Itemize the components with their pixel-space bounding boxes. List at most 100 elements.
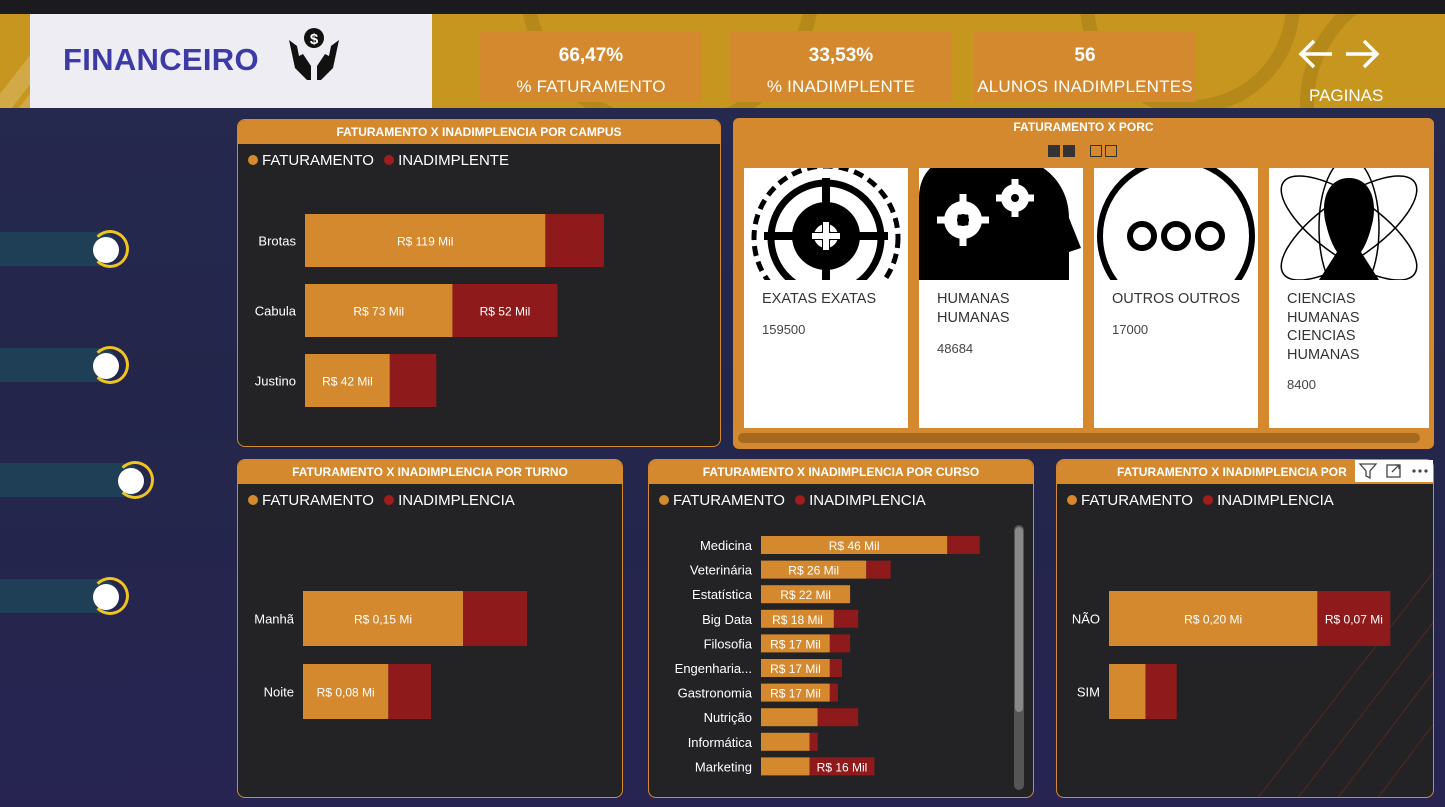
kpi-label: ALUNOS INADIMPLENTES xyxy=(977,77,1193,96)
bar-inadimplencia[interactable] xyxy=(1145,664,1177,719)
arrow-right-icon[interactable] xyxy=(1344,38,1380,70)
category-label: Engenharia... xyxy=(675,661,752,676)
porc-card[interactable]: EXATAS EXATAS 159500 xyxy=(744,168,908,428)
data-label: R$ 0,15 Mi xyxy=(354,613,412,627)
money-hands-icon: $ xyxy=(289,28,339,80)
data-label: R$ 0,07 Mi xyxy=(1325,613,1383,627)
card-title: OUTROS OUTROS xyxy=(1112,291,1241,307)
chart-svg: Brotas R$ 119 Mil Cabula R$ 73 Mil R$ 52 Mil… xyxy=(255,214,604,407)
data-label: R$ 17 Mil xyxy=(770,637,821,651)
pages-label: PAGINAS xyxy=(1309,86,1384,105)
horizontal-scrollbar[interactable] xyxy=(738,433,1420,443)
filter-icon[interactable] xyxy=(1355,460,1381,482)
card-value: 159500 xyxy=(762,322,806,337)
category-label: Veterinária xyxy=(690,563,753,578)
visual-toolbar xyxy=(1355,460,1433,482)
data-label: R$ 52 Mil xyxy=(480,305,531,319)
chart-svg: NÃO R$ 0,20 Mi R$ 0,07 Mi SIM xyxy=(1072,591,1391,719)
card-title: EXATAS EXATAS xyxy=(762,291,877,307)
bar-inadimplencia[interactable] xyxy=(866,560,891,579)
porc-card[interactable]: HUMANAS HUMANAS 48684 xyxy=(919,168,1083,428)
bar-faturamento[interactable] xyxy=(1109,664,1146,719)
nav-toggle-1[interactable] xyxy=(0,230,130,270)
kpi-value: 66,47% xyxy=(558,45,624,66)
pager-dot[interactable] xyxy=(1048,145,1060,157)
ellipsis-circle-icon xyxy=(1097,168,1255,280)
category-label: Manhã xyxy=(254,612,295,627)
bar-inadimplencia[interactable] xyxy=(947,536,980,554)
bar-faturamento[interactable] xyxy=(761,708,818,727)
nav-toggle-3[interactable] xyxy=(0,461,156,501)
porc-title: FATURAMENTO X PORC xyxy=(1013,120,1154,134)
bar-inadimplencia[interactable] xyxy=(389,354,437,407)
bar-inadimplencia[interactable] xyxy=(829,634,851,653)
svg-text:$: $ xyxy=(310,31,319,48)
data-label: R$ 26 Mil xyxy=(788,564,839,578)
chart-svg: Medicina R$ 46 Mil Veterinária R$ 26 Mil Est… xyxy=(675,536,980,776)
vertical-scrollbar[interactable] xyxy=(1014,525,1024,790)
kpi-label: % INADIMPLENTE xyxy=(766,77,916,96)
bar-inadimplencia[interactable] xyxy=(463,591,528,646)
bar-inadimplencia[interactable] xyxy=(545,214,604,267)
nav-toggle-2[interactable] xyxy=(0,346,130,386)
card-value: 8400 xyxy=(1287,377,1316,392)
chart-sim-nao: FATURAMENTO X INADIMPLENCIA POR FATURAME… xyxy=(1056,459,1434,798)
head-gears-icon xyxy=(919,168,1081,280)
target-icon xyxy=(751,168,901,280)
category-label: NÃO xyxy=(1072,612,1100,627)
card-title: HUMANAS HUMANAS xyxy=(937,291,1010,326)
bar-inadimplencia[interactable] xyxy=(833,609,859,628)
category-label: Cabula xyxy=(255,304,297,319)
category-label: Justino xyxy=(255,374,296,389)
data-label: R$ 16 Mil xyxy=(817,760,868,774)
pager-dot[interactable] xyxy=(1090,145,1102,157)
porc-card[interactable]: OUTROS OUTROS 17000 xyxy=(1094,168,1258,428)
nav-toggle-4[interactable] xyxy=(0,577,130,617)
category-label: Filosofia xyxy=(704,636,753,651)
category-label: Brotas xyxy=(258,234,296,249)
porc-card[interactable]: CIENCIAS HUMANAS CIENCIAS HUMANAS 8400 xyxy=(1269,168,1429,428)
bar-inadimplencia[interactable] xyxy=(817,708,859,727)
kpi-alunos-inadimplentes: 56 ALUNOS INADIMPLENTES xyxy=(974,31,1196,102)
chart-turno: FATURAMENTO X INADIMPLENCIA POR TURNO FA… xyxy=(237,459,623,798)
bar-inadimplencia[interactable] xyxy=(388,664,432,719)
kpi-faturamento: 66,47% % FATURAMENTO xyxy=(480,31,702,102)
category-label: Gastronomia xyxy=(678,686,753,701)
top-strip xyxy=(0,0,1445,14)
bar-inadimplencia[interactable] xyxy=(829,659,842,677)
more-options-icon[interactable] xyxy=(1407,460,1433,482)
data-label: R$ 42 Mil xyxy=(322,375,373,389)
data-label: R$ 0,20 Mi xyxy=(1184,613,1242,627)
bar-faturamento[interactable] xyxy=(761,732,810,751)
page-title: FINANCEIRO xyxy=(63,42,259,77)
bar-inadimplencia[interactable] xyxy=(829,683,838,702)
pager-dot[interactable] xyxy=(1105,145,1117,157)
kpi-value: 56 xyxy=(1074,45,1096,66)
data-label: R$ 73 Mil xyxy=(353,305,404,319)
kpi-inadimplente: 33,53% % INADIMPLENTE xyxy=(730,31,952,102)
data-label: R$ 46 Mil xyxy=(829,539,880,553)
kpi-value: 33,53% xyxy=(808,45,874,66)
bar-inadimplencia[interactable] xyxy=(809,732,818,751)
category-label: Big Data xyxy=(702,612,753,627)
data-label: R$ 119 Mil xyxy=(397,235,453,249)
pager-dot[interactable] xyxy=(1063,145,1075,157)
scrollbar-thumb[interactable] xyxy=(1015,527,1023,712)
chart-svg: Manhã R$ 0,15 Mi Noite R$ 0,08 Mi xyxy=(254,591,528,719)
arrow-left-icon[interactable] xyxy=(1298,38,1334,70)
category-label: Estatística xyxy=(692,587,753,602)
category-label: Noite xyxy=(264,685,294,700)
category-label: Nutrição xyxy=(704,710,752,725)
kpi-label: % FATURAMENTO xyxy=(516,77,666,96)
category-label: Informática xyxy=(688,735,753,750)
data-label: R$ 22 Mil xyxy=(780,588,831,602)
focus-mode-icon[interactable] xyxy=(1381,460,1407,482)
data-label: R$ 18 Mil xyxy=(772,613,823,627)
card-value: 48684 xyxy=(937,341,974,356)
bar-faturamento[interactable] xyxy=(761,757,810,776)
atom-person-icon xyxy=(1280,168,1418,280)
category-label: Medicina xyxy=(700,538,753,553)
category-label: Marketing xyxy=(695,759,752,774)
category-label: SIM xyxy=(1077,685,1100,700)
data-label: R$ 17 Mil xyxy=(770,687,821,701)
